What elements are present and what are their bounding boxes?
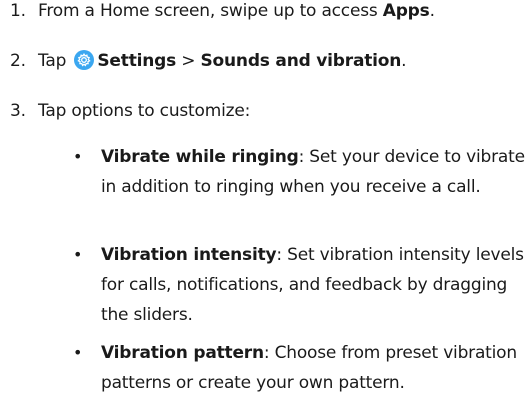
settings-label: Settings (97, 51, 177, 71)
option-vibration-intensity: • Vibration intensity: Set vibration int… (73, 240, 528, 330)
option-title: Vibrate while ringing (101, 147, 299, 167)
step-text: From a Home screen, swipe up to access A… (38, 0, 435, 22)
sounds-and-vibration-label: Sounds and vibration (200, 51, 402, 71)
step-text: Tap Settings > Sounds and vibration. (38, 50, 407, 72)
step-number: 2. (10, 51, 26, 71)
step-number: 1. (10, 1, 26, 21)
step-1: 1. From a Home screen, swipe up to acces… (0, 0, 435, 22)
step-number: 3. (10, 101, 26, 121)
step-prefix: From a Home screen, swipe up to access (38, 1, 383, 21)
bullet-icon: • (73, 147, 83, 166)
bullet-icon: • (73, 343, 83, 362)
option-text: Vibration pattern: Choose from preset vi… (101, 338, 528, 398)
option-vibrate-while-ringing: • Vibrate while ringing: Set your device… (73, 142, 528, 202)
option-text: Vibration intensity: Set vibration inten… (101, 240, 528, 330)
option-title: Vibration intensity (101, 245, 277, 265)
option-vibration-pattern: • Vibration pattern: Choose from preset … (73, 338, 528, 398)
bullet-icon: • (73, 245, 83, 264)
step-text: Tap options to customize: (38, 101, 251, 121)
apps-label: Apps (382, 1, 430, 21)
breadcrumb-separator: > (176, 51, 201, 71)
option-text: Vibrate while ringing: Set your device t… (101, 142, 528, 202)
step-suffix: . (429, 1, 435, 21)
step-3: 3. Tap options to customize: (0, 100, 250, 122)
settings-gear-icon (74, 50, 95, 70)
step-suffix: . (401, 51, 407, 71)
step-2: 2. Tap Settings > Sounds and vibration. (0, 50, 407, 72)
step-prefix: Tap (38, 51, 72, 71)
option-title: Vibration pattern (101, 343, 264, 363)
